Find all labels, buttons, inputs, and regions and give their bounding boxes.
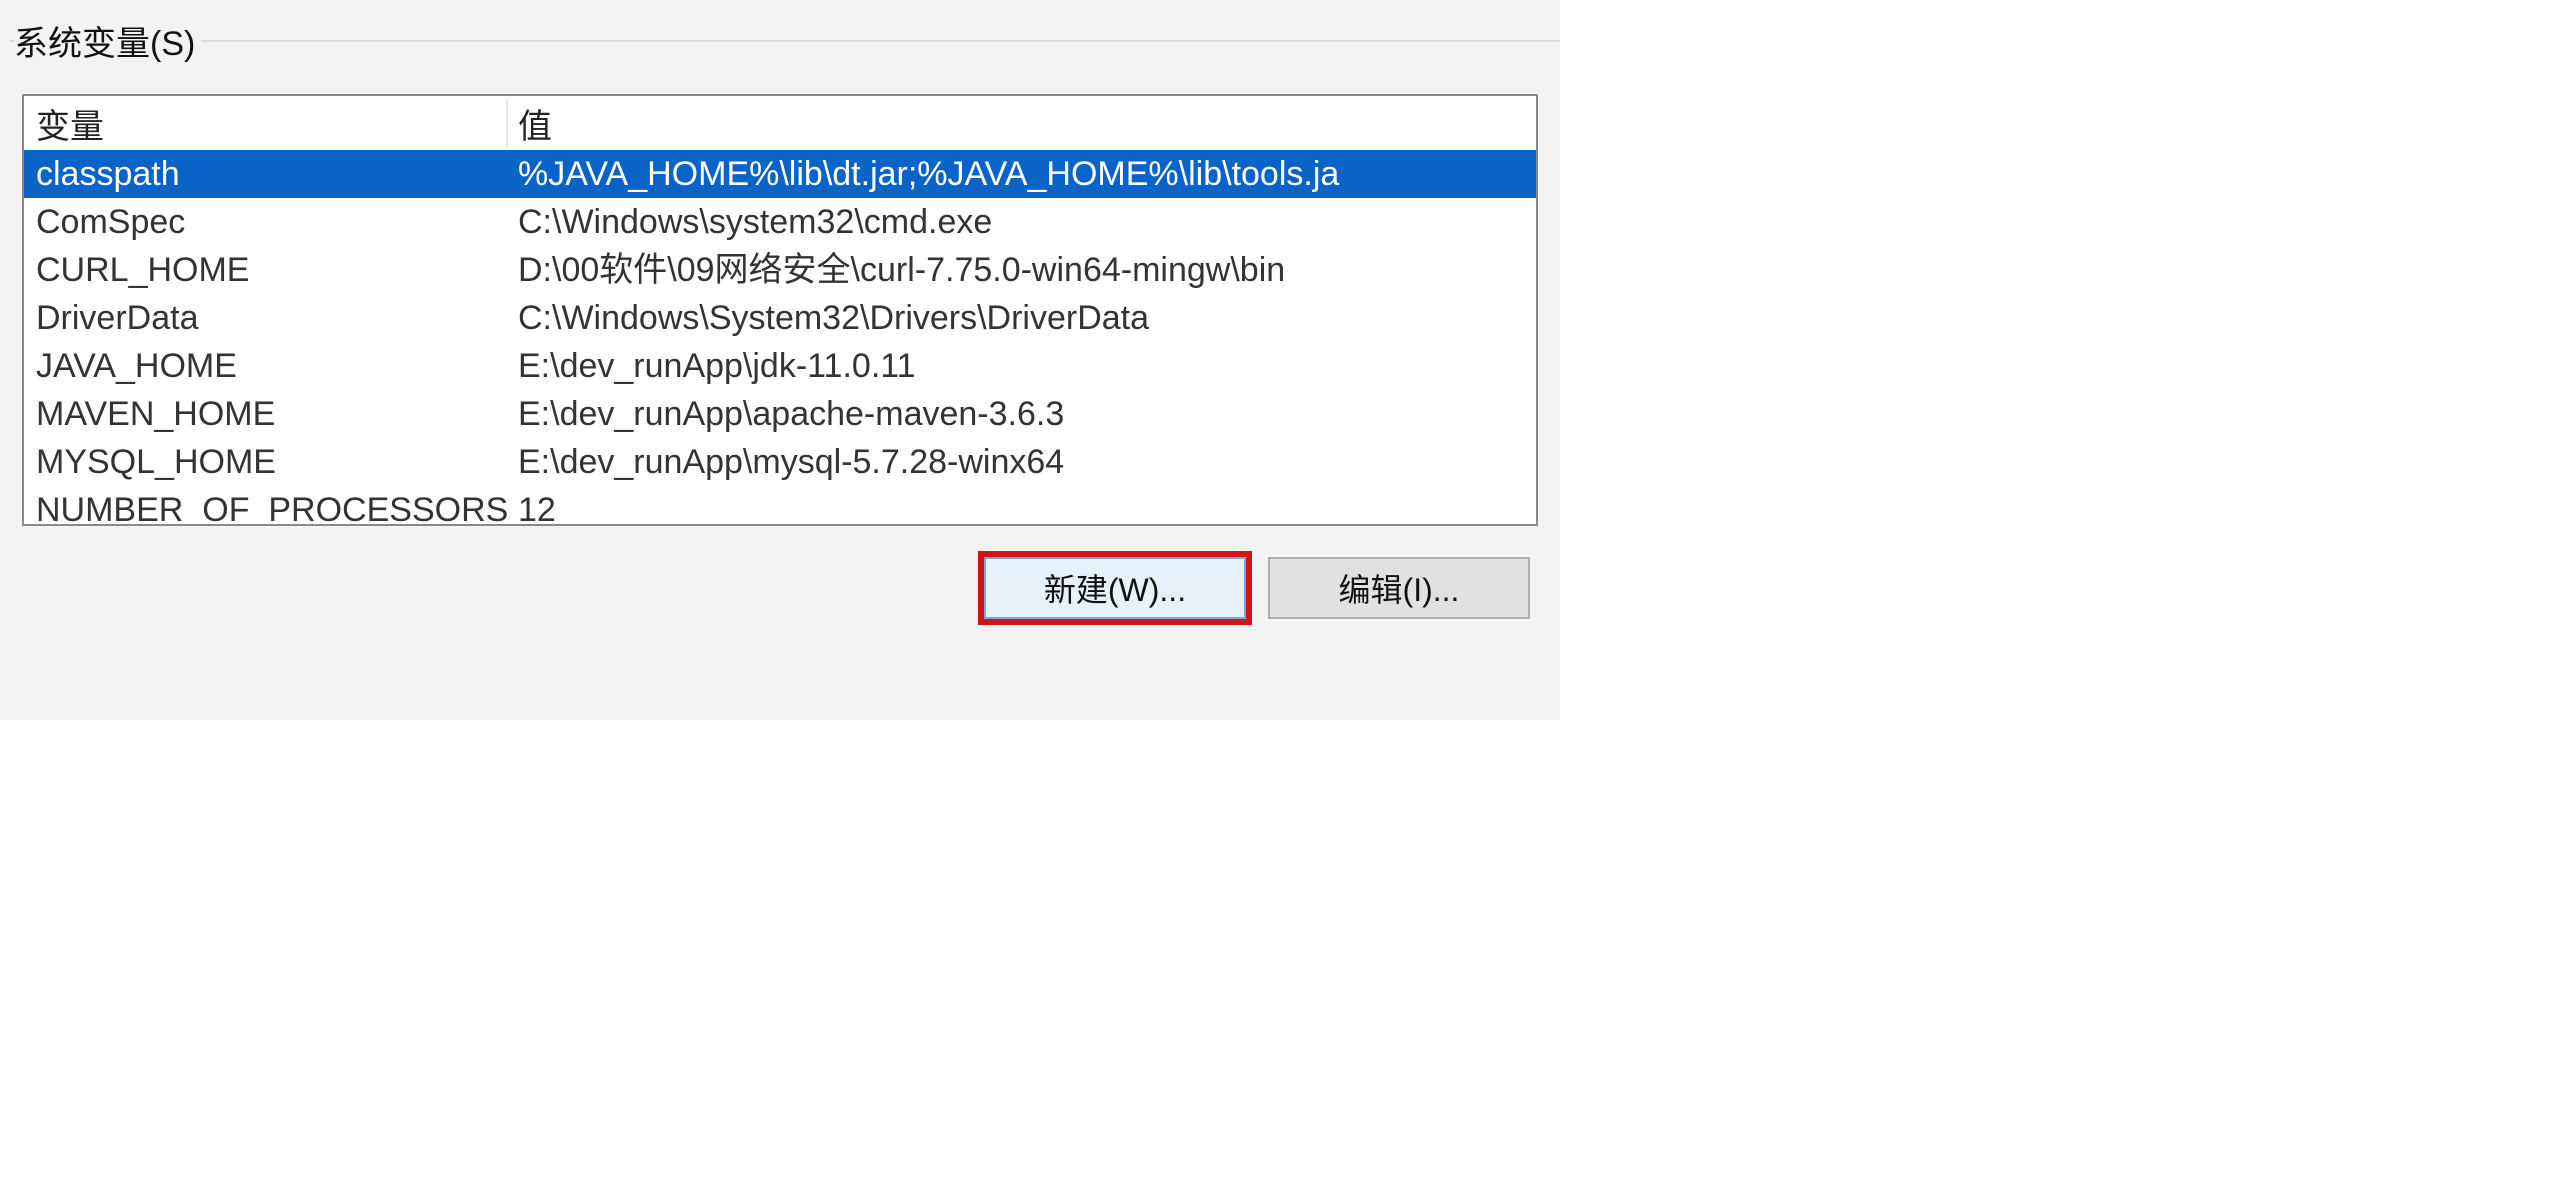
table-row[interactable]: MYSQL_HOMEE:\dev_runApp\mysql-5.7.28-win… <box>24 438 1536 486</box>
variable-value-cell: %JAVA_HOME%\lib\dt.jar;%JAVA_HOME%\lib\t… <box>508 150 1536 198</box>
system-variables-panel: 系统变量(S) 变量 值 classpath%JAVA_HOME%\lib\dt… <box>0 0 1560 720</box>
variable-value-cell: D:\00软件\09网络安全\curl-7.75.0-win64-mingw\b… <box>508 246 1536 294</box>
table-row[interactable]: CURL_HOMED:\00软件\09网络安全\curl-7.75.0-win6… <box>24 246 1536 294</box>
groupbox-legend: 系统变量(S) <box>14 16 201 65</box>
variable-name-cell: JAVA_HOME <box>24 342 508 390</box>
variable-name-cell: NUMBER_OF_PROCESSORS <box>24 486 508 522</box>
buttons-row: 新建(W)... 编辑(I)... <box>22 548 1538 628</box>
edit-button[interactable]: 编辑(I)... <box>1268 557 1530 619</box>
variable-value-cell: 12 <box>508 486 1536 522</box>
list-body: classpath%JAVA_HOME%\lib\dt.jar;%JAVA_HO… <box>24 150 1536 524</box>
list-header: 变量 值 <box>24 96 1536 152</box>
column-header-value[interactable]: 值 <box>508 99 1536 148</box>
column-header-variable[interactable]: 变量 <box>24 99 508 148</box>
variable-name-cell: MYSQL_HOME <box>24 438 508 486</box>
variable-name-cell: CURL_HOME <box>24 246 508 294</box>
table-row[interactable]: ComSpecC:\Windows\system32\cmd.exe <box>24 198 1536 246</box>
table-row[interactable]: MAVEN_HOMEE:\dev_runApp\apache-maven-3.6… <box>24 390 1536 438</box>
variable-value-cell: E:\dev_runApp\apache-maven-3.6.3 <box>508 390 1536 438</box>
groupbox-divider <box>10 40 1560 42</box>
variable-name-cell: DriverData <box>24 294 508 342</box>
variable-value-cell: C:\Windows\system32\cmd.exe <box>508 198 1536 246</box>
new-button[interactable]: 新建(W)... <box>984 557 1246 619</box>
variable-name-cell: classpath <box>24 150 508 198</box>
table-row[interactable]: NUMBER_OF_PROCESSORS12 <box>24 486 1536 522</box>
table-row[interactable]: DriverDataC:\Windows\System32\Drivers\Dr… <box>24 294 1536 342</box>
table-row[interactable]: classpath%JAVA_HOME%\lib\dt.jar;%JAVA_HO… <box>24 150 1536 198</box>
variable-value-cell: E:\dev_runApp\jdk-11.0.11 <box>508 342 1536 390</box>
variable-value-cell: E:\dev_runApp\mysql-5.7.28-winx64 <box>508 438 1536 486</box>
table-row[interactable]: JAVA_HOMEE:\dev_runApp\jdk-11.0.11 <box>24 342 1536 390</box>
system-variables-list[interactable]: 变量 值 classpath%JAVA_HOME%\lib\dt.jar;%JA… <box>22 94 1538 526</box>
variable-name-cell: ComSpec <box>24 198 508 246</box>
system-variables-groupbox: 系统变量(S) 变量 值 classpath%JAVA_HOME%\lib\dt… <box>0 40 1560 720</box>
variable-name-cell: MAVEN_HOME <box>24 390 508 438</box>
variable-value-cell: C:\Windows\System32\Drivers\DriverData <box>508 294 1536 342</box>
